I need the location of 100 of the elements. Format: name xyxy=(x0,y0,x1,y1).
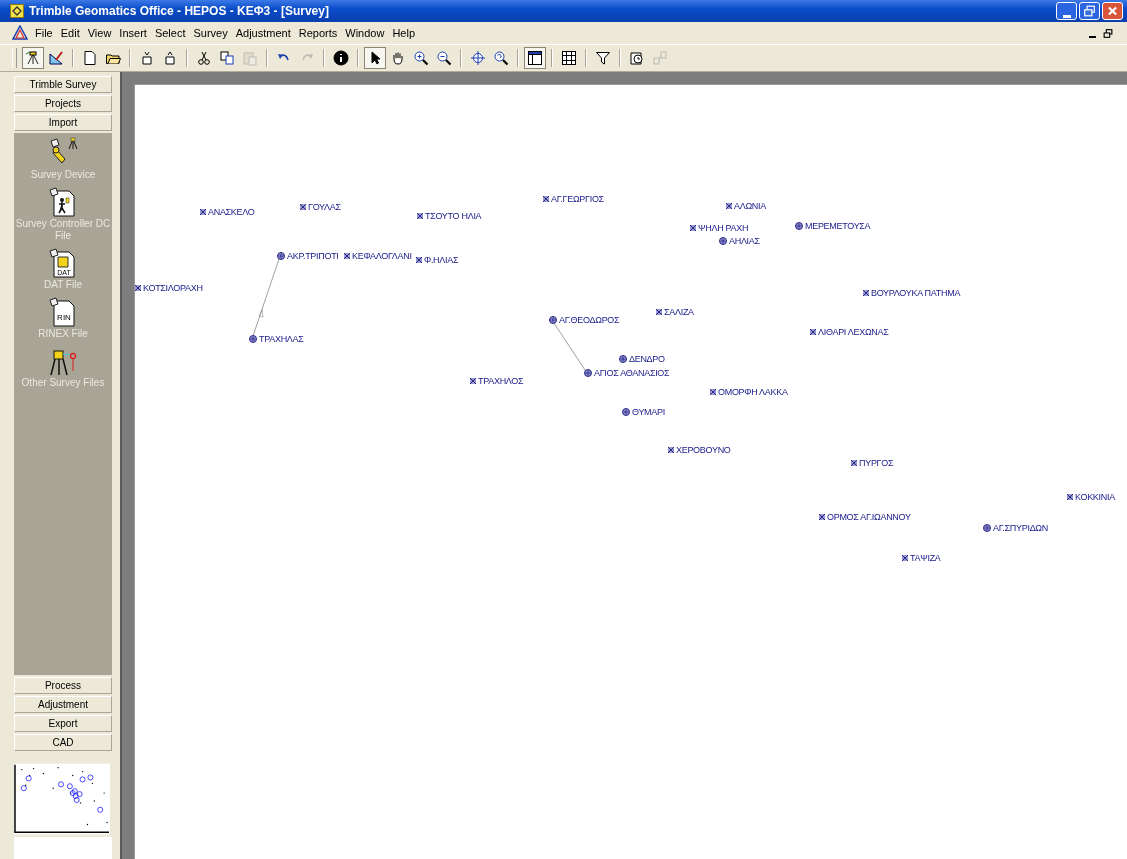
sidebar-section[interactable]: Adjustment xyxy=(14,696,112,713)
minimize-icon xyxy=(1062,15,1071,18)
survey-point-icon xyxy=(863,290,869,296)
sidebar-section[interactable]: Projects xyxy=(14,95,112,112)
point-label: ΑΝΑΣΚΕΛΟ xyxy=(208,207,255,217)
menu-item[interactable]: Select xyxy=(150,27,190,39)
grid-icon xyxy=(561,50,577,66)
sidebar-item[interactable]: RIN RINEX File xyxy=(15,296,111,340)
control-point-icon xyxy=(983,524,991,532)
cad-view-icon xyxy=(48,50,64,66)
survey-point-icon xyxy=(470,378,476,384)
survey-point-icon xyxy=(710,389,716,395)
restore-button[interactable] xyxy=(1101,26,1115,40)
sidebar-section[interactable]: CAD xyxy=(14,734,112,751)
point-label: ΑΓ.ΣΠΥΡΙΔΩΝ xyxy=(993,523,1048,533)
point-label: ΛΙΘΑΡΙ ΛΕΧΩΝΑΣ xyxy=(818,327,889,337)
cut-icon xyxy=(196,50,212,66)
pointer-button[interactable] xyxy=(364,47,386,69)
point-label: ΒΟΥΡΛΟΥΚΑ ΠΑΤΗΜΑ xyxy=(871,288,961,298)
survey-point-icon xyxy=(656,309,662,315)
sidebar-section[interactable]: Import xyxy=(14,114,112,131)
point-label: ΠΥΡΓΟΣ xyxy=(859,458,894,468)
point-label: ΟΡΜΟΣ ΑΓ.ΙΩΑΝΝΟΥ xyxy=(827,512,911,522)
point-label: ΑΓΙΟΣ ΑΘΑΝΑΣΙΟΣ xyxy=(594,368,670,378)
copy-icon xyxy=(219,50,235,66)
survey-point-icon xyxy=(668,447,674,453)
sidebar-section[interactable]: Process xyxy=(14,677,112,694)
sidebar-section[interactable]: Trimble Survey xyxy=(14,76,112,93)
point-label: ΟΜΟΡΦΗ ΛΑΚΚΑ xyxy=(718,387,788,397)
sidebar-section[interactable]: Export xyxy=(14,715,112,732)
restore-icon xyxy=(1082,5,1097,17)
point-label: ΚΕΦΑΛΟΓΛΑΝΙ xyxy=(352,251,412,261)
new-icon xyxy=(82,50,98,66)
menu-item[interactable]: Help xyxy=(388,27,419,39)
survey-point-icon xyxy=(1067,494,1073,500)
zoom-in-icon xyxy=(413,50,429,66)
filter-icon xyxy=(595,50,611,66)
point-label: ΤΑΨΙΖΑ xyxy=(910,553,941,563)
pan-icon xyxy=(390,50,406,66)
point-label: ΤΡΑΧΗΛΟΣ xyxy=(478,376,524,386)
survey-point-icon xyxy=(344,253,350,259)
control-point-icon xyxy=(277,252,285,260)
survey-view-button[interactable] xyxy=(22,47,44,69)
survey-point-icon xyxy=(300,204,306,210)
point-label: ΑΛΩΝΙΑ xyxy=(734,201,766,211)
survey-point-icon xyxy=(902,555,908,561)
minimize-icon xyxy=(1088,35,1096,38)
menu-item[interactable]: File xyxy=(31,27,57,39)
info-icon xyxy=(333,50,349,66)
zoom-extents-icon xyxy=(470,50,486,66)
network-icon xyxy=(652,50,668,66)
panel-button[interactable] xyxy=(524,47,546,69)
menu-item[interactable]: Adjustment xyxy=(231,27,295,39)
survey-point-icon xyxy=(819,514,825,520)
control-point-icon xyxy=(249,335,257,343)
point-label: ΤΣΟΥΤΟ ΗΛΙΑ xyxy=(425,211,482,221)
menu-item[interactable]: Survey xyxy=(189,27,232,39)
point-label: ΑΚΡ.ΤΡΙΠΟΤΙ xyxy=(287,251,339,261)
point-label: ΚΟΤΣΙΛΟΡΑΧΗ xyxy=(143,283,203,293)
survey-point-icon xyxy=(135,285,141,291)
info-button[interactable] xyxy=(330,47,352,69)
control-point-icon xyxy=(549,316,557,324)
survey-point-icon xyxy=(810,329,816,335)
point-label: Φ.ΗΛΙΑΣ xyxy=(424,255,459,265)
close-icon xyxy=(1105,5,1120,17)
point-label: ΜΕΡΕΜΕΤΟΥΣΑ xyxy=(805,221,871,231)
app-icon xyxy=(10,4,24,18)
point-label: ΚΟΚΚΙΝΙΑ xyxy=(1075,492,1115,502)
control-point-icon xyxy=(622,408,630,416)
triangle-logo-icon xyxy=(12,25,28,41)
survey-point-icon xyxy=(417,213,423,219)
menu-item[interactable]: Insert xyxy=(115,27,151,39)
menu-item[interactable]: View xyxy=(83,27,116,39)
survey-point-icon xyxy=(690,225,696,231)
point-label: ΑΓ.ΓΕΩΡΓΙΟΣ xyxy=(551,194,604,204)
import-icon xyxy=(139,50,155,66)
menu-item[interactable]: Window xyxy=(341,27,389,39)
restore-icon xyxy=(1102,27,1114,39)
control-point-icon xyxy=(719,237,727,245)
control-point-icon xyxy=(619,355,627,363)
menu-item[interactable]: Reports xyxy=(294,27,342,39)
survey-point-icon xyxy=(200,209,206,215)
survey-point-icon xyxy=(851,460,857,466)
zoom-out-icon xyxy=(436,50,452,66)
survey-point-icon xyxy=(416,257,422,263)
point-label: ΤΡΑΧΗΛΑΣ xyxy=(259,334,304,344)
point-label: ΧΕΡΟΒΟΥΝΟ xyxy=(676,445,731,455)
control-point-icon xyxy=(584,369,592,377)
menu-item[interactable]: Edit xyxy=(56,27,84,39)
point-label: ΘΥΜΑΡΙ xyxy=(632,407,665,417)
zoom-previous-icon xyxy=(493,50,509,66)
survey-point-icon xyxy=(543,196,549,202)
close-button[interactable] xyxy=(1102,2,1123,20)
export-icon xyxy=(162,50,178,66)
point-label: ΑΓ.ΘΕΟΔΩΡΟΣ xyxy=(559,315,620,325)
point-label: ΓΟΥΛΑΣ xyxy=(308,202,341,212)
survey-view-icon xyxy=(25,50,41,66)
paste-icon xyxy=(242,50,258,66)
timeline-icon xyxy=(629,50,645,66)
point-label: ΨΗΛΗ ΡΑΧΗ xyxy=(698,223,749,233)
